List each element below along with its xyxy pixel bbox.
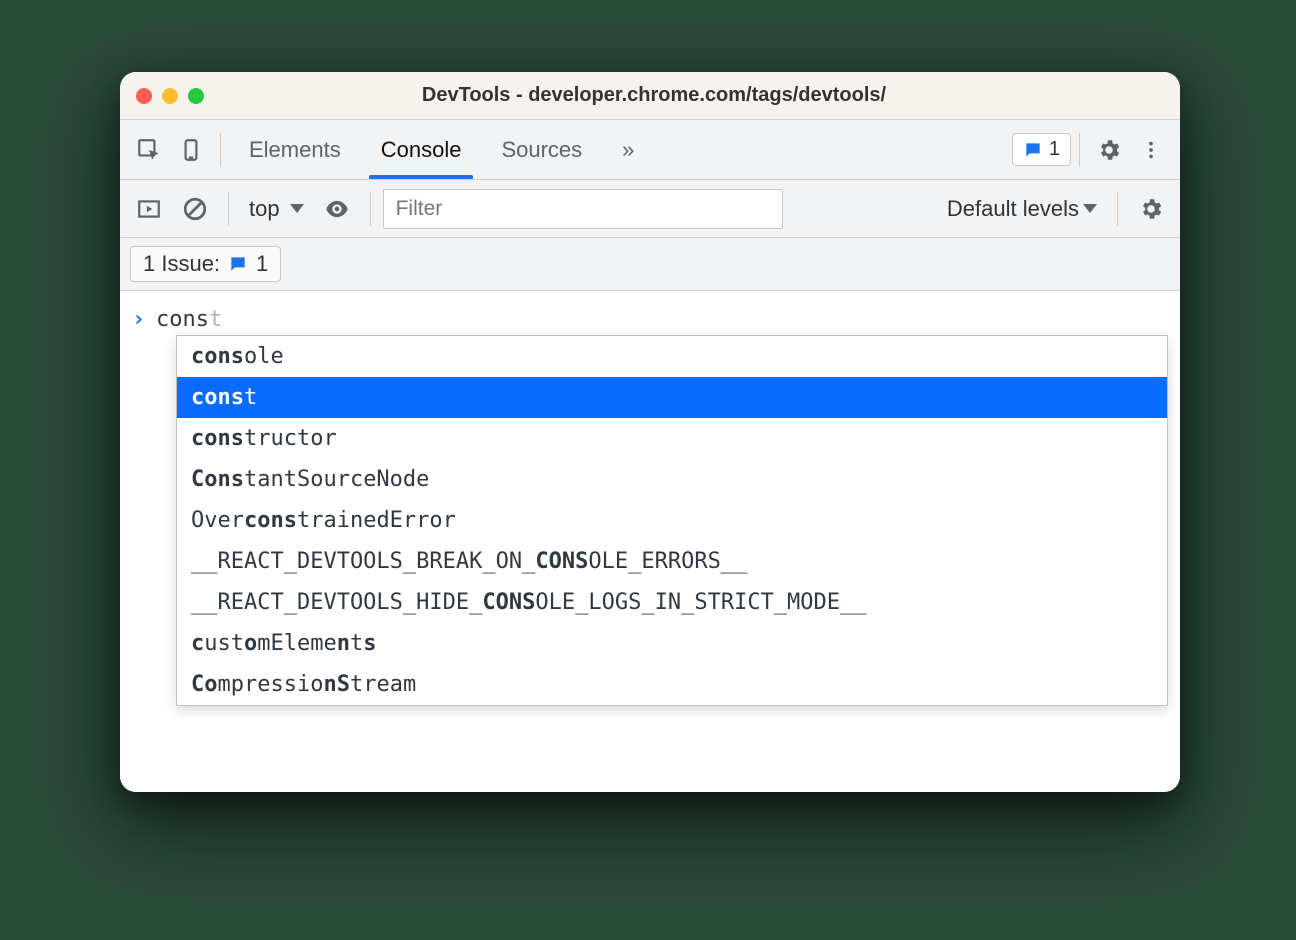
tab-sources[interactable]: Sources bbox=[481, 120, 602, 179]
issues-icon bbox=[1023, 140, 1043, 160]
issues-bar: 1 Issue: 1 bbox=[120, 238, 1180, 291]
zoom-window-button[interactable] bbox=[188, 88, 204, 104]
prompt-icon: › bbox=[132, 307, 156, 332]
minimize-window-button[interactable] bbox=[162, 88, 178, 104]
settings-icon[interactable] bbox=[1088, 129, 1130, 171]
context-selector[interactable]: top bbox=[241, 194, 312, 224]
panel-tabs: Elements Console Sources » bbox=[229, 120, 654, 179]
autocomplete-item[interactable]: customElements bbox=[177, 623, 1167, 664]
console-settings-icon[interactable] bbox=[1130, 188, 1172, 230]
console-input-row[interactable]: › const bbox=[120, 301, 1180, 337]
filter-input[interactable] bbox=[383, 189, 783, 229]
clear-console-icon[interactable] bbox=[174, 188, 216, 230]
main-tabstrip: Elements Console Sources » 1 bbox=[120, 120, 1180, 180]
autocomplete-dropdown: consoleconstconstructorConstantSourceNod… bbox=[176, 335, 1168, 706]
console-input-text: const bbox=[156, 307, 222, 332]
console-body: › const consoleconstconstructorConstantS… bbox=[120, 291, 1180, 792]
more-menu-icon[interactable] bbox=[1130, 129, 1172, 171]
traffic-lights bbox=[136, 88, 204, 104]
autocomplete-item[interactable]: __REACT_DEVTOOLS_BREAK_ON_CONSOLE_ERRORS… bbox=[177, 541, 1167, 582]
tab-console[interactable]: Console bbox=[361, 120, 482, 179]
autocomplete-item[interactable]: const bbox=[177, 377, 1167, 418]
chevron-down-icon bbox=[1083, 204, 1097, 213]
autocomplete-item[interactable]: OverconstrainedError bbox=[177, 500, 1167, 541]
console-toolbar: top Default levels bbox=[120, 180, 1180, 238]
issues-icon bbox=[228, 254, 248, 274]
log-levels-selector[interactable]: Default levels bbox=[939, 196, 1105, 222]
issues-chip[interactable]: 1 Issue: 1 bbox=[130, 246, 281, 282]
tab-elements[interactable]: Elements bbox=[229, 120, 361, 179]
close-window-button[interactable] bbox=[136, 88, 152, 104]
toggle-sidebar-icon[interactable] bbox=[128, 188, 170, 230]
autocomplete-item[interactable]: ConstantSourceNode bbox=[177, 459, 1167, 500]
autocomplete-item[interactable]: constructor bbox=[177, 418, 1167, 459]
device-toolbar-icon[interactable] bbox=[170, 129, 212, 171]
issues-badge[interactable]: 1 bbox=[1012, 133, 1071, 166]
live-expression-icon[interactable] bbox=[316, 188, 358, 230]
inspect-element-icon[interactable] bbox=[128, 129, 170, 171]
autocomplete-item[interactable]: console bbox=[177, 336, 1167, 377]
chevron-down-icon bbox=[290, 204, 304, 213]
titlebar: DevTools - developer.chrome.com/tags/dev… bbox=[120, 72, 1180, 120]
autocomplete-item[interactable]: CompressionStream bbox=[177, 664, 1167, 705]
tab-overflow[interactable]: » bbox=[602, 120, 654, 179]
devtools-window: DevTools - developer.chrome.com/tags/dev… bbox=[120, 72, 1180, 792]
window-title: DevTools - developer.chrome.com/tags/dev… bbox=[204, 84, 1104, 107]
autocomplete-item[interactable]: __REACT_DEVTOOLS_HIDE_CONSOLE_LOGS_IN_ST… bbox=[177, 582, 1167, 623]
